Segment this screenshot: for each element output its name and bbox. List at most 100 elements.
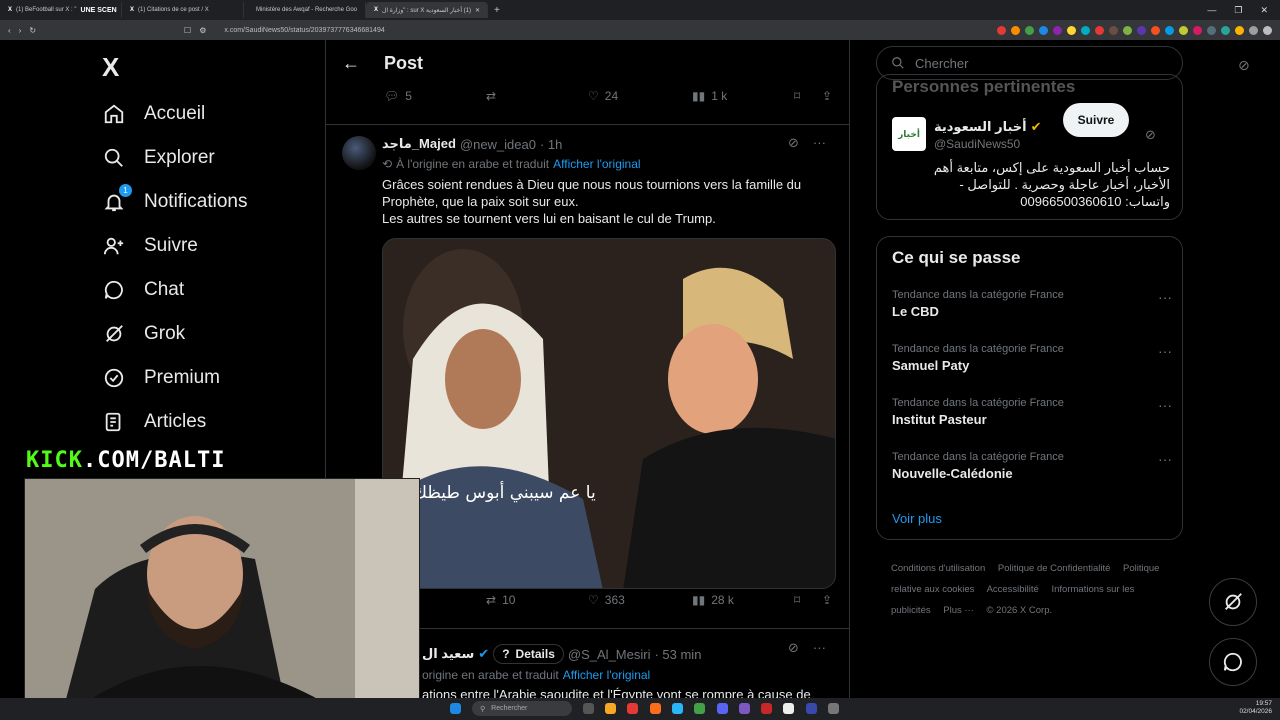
- close-tab-icon[interactable]: ✕: [475, 7, 480, 14]
- nav-item-follow[interactable]: Suivre: [102, 234, 198, 258]
- avatar[interactable]: [342, 136, 376, 170]
- details-button[interactable]: ? Details: [493, 644, 564, 664]
- tweet-time[interactable]: · 53 min: [654, 647, 701, 662]
- trend-item[interactable]: Tendance dans la catégorie France Instit…: [892, 397, 1172, 427]
- extension-icon[interactable]: [1011, 25, 1020, 35]
- footer-link[interactable]: Conditions d'utilisation: [891, 563, 985, 574]
- more-icon[interactable]: ···: [1158, 397, 1172, 413]
- more-icon[interactable]: ···: [1158, 451, 1172, 467]
- settings-icon[interactable]: [828, 703, 839, 714]
- bookmark-icon[interactable]: ⌑: [794, 593, 800, 607]
- menu-icon[interactable]: [1263, 25, 1272, 35]
- extension-icon[interactable]: [997, 25, 1006, 35]
- footer-link[interactable]: Accessibilité: [987, 584, 1039, 595]
- extension-icon[interactable]: [1179, 25, 1188, 35]
- browser-tab[interactable]: Ministère des Awqaf - Recherche Goo: [244, 2, 366, 18]
- dismiss-icon[interactable]: ⊘: [1145, 127, 1156, 143]
- like-button[interactable]: ♡ 24: [588, 89, 618, 103]
- author-handle[interactable]: @S_Al_Mesiri: [568, 647, 651, 662]
- reply-button[interactable]: 💬︎ 5: [384, 89, 412, 103]
- footer-link[interactable]: Politique de Confidentialité: [998, 563, 1111, 574]
- windows-start-icon[interactable]: [450, 703, 461, 714]
- messages-button[interactable]: [1209, 638, 1257, 686]
- account-handle[interactable]: @SaudiNews50: [934, 137, 1020, 151]
- author-handle[interactable]: @new_idea0: [460, 137, 536, 152]
- repost-button[interactable]: ⇄: [486, 89, 502, 103]
- share-icon[interactable]: ⇪: [822, 89, 832, 103]
- folder-icon[interactable]: [605, 703, 616, 714]
- extension-icon[interactable]: [1165, 25, 1174, 35]
- nav-item-explore[interactable]: Explorer: [102, 146, 215, 170]
- bookmark-icon[interactable]: ⌑: [794, 89, 800, 103]
- extension-icon[interactable]: [1193, 25, 1202, 35]
- nav-item-grok[interactable]: Grok: [102, 322, 185, 346]
- minimize-button[interactable]: —: [1207, 5, 1216, 16]
- more-icon[interactable]: ···: [1158, 343, 1172, 359]
- telegram-icon[interactable]: [672, 703, 683, 714]
- extension-icon[interactable]: [1137, 25, 1146, 35]
- views-button[interactable]: ▮▮ 28 k: [692, 593, 734, 607]
- extension-icon[interactable]: [1081, 25, 1090, 35]
- extension-icon[interactable]: [1039, 25, 1048, 35]
- browser-tab[interactable]: X (1) Citations de ce post / X: [122, 2, 244, 18]
- more-icon[interactable]: ···: [813, 135, 826, 151]
- block-icon[interactable]: ⊘: [788, 135, 799, 151]
- browser-tab[interactable]: X (1) BeFootball sur X : " UNE SCEN: [0, 2, 122, 18]
- close-window-button[interactable]: ✕: [1260, 5, 1268, 16]
- repost-button[interactable]: ⇄ 10: [486, 593, 515, 607]
- notion-icon[interactable]: [783, 703, 794, 714]
- extension-icon[interactable]: [1235, 25, 1244, 35]
- back-icon[interactable]: ‹: [8, 26, 11, 35]
- nav-item-notifications[interactable]: 1 Notifications: [102, 184, 248, 214]
- follow-button[interactable]: Suivre: [1063, 103, 1129, 137]
- maximize-button[interactable]: ❐: [1234, 5, 1242, 16]
- app-icon[interactable]: [806, 703, 817, 714]
- back-arrow-icon[interactable]: ←: [342, 53, 360, 74]
- trend-item[interactable]: Tendance dans la catégorie France Samuel…: [892, 343, 1172, 373]
- app-icon[interactable]: [739, 703, 750, 714]
- block-icon[interactable]: ⊘: [1238, 57, 1250, 74]
- account-avatar[interactable]: أخبار: [892, 117, 926, 151]
- browser-tab-active[interactable]: X (1) أخبار السعودية sur X : "وزارة ال ✕: [366, 2, 488, 18]
- show-original-link[interactable]: Afficher l'original: [553, 157, 640, 171]
- taskbar-clock[interactable]: 19:57 02/04/2026: [1239, 700, 1272, 716]
- nav-item-home[interactable]: Accueil: [102, 102, 205, 126]
- whatsapp-icon[interactable]: [694, 703, 705, 714]
- extension-icon[interactable]: [1095, 25, 1104, 35]
- extension-icon[interactable]: [1067, 25, 1076, 35]
- app-icon[interactable]: [627, 703, 638, 714]
- discord-icon[interactable]: [717, 703, 728, 714]
- taskview-icon[interactable]: [583, 703, 594, 714]
- share-icon[interactable]: ⇪: [822, 593, 832, 607]
- extension-icon[interactable]: [1249, 25, 1258, 35]
- more-icon[interactable]: ···: [1158, 289, 1172, 305]
- taskbar-search[interactable]: ⚲ Rechercher: [472, 701, 572, 716]
- new-tab-icon[interactable]: +: [494, 5, 500, 16]
- extension-icon[interactable]: [1053, 25, 1062, 35]
- more-icon[interactable]: ···: [813, 640, 826, 656]
- tweet-image[interactable]: يا عم سيبني أبوس طيظك: [382, 238, 836, 589]
- extension-icon[interactable]: [1221, 25, 1230, 35]
- extension-icon[interactable]: [1151, 25, 1160, 35]
- block-icon[interactable]: ⊘: [788, 640, 799, 656]
- views-button[interactable]: ▮▮ 1 k: [692, 89, 727, 103]
- author-name[interactable]: ماجد_Majed: [382, 136, 456, 152]
- grok-button[interactable]: [1209, 578, 1257, 626]
- x-logo-icon[interactable]: X: [102, 52, 119, 83]
- show-more-link[interactable]: Voir plus: [892, 511, 942, 526]
- bookmark-icon[interactable]: ☐: [184, 26, 191, 35]
- nav-item-chat[interactable]: Chat: [102, 278, 184, 302]
- author-name[interactable]: سعيد ال: [422, 646, 474, 662]
- site-info-icon[interactable]: ⚙: [199, 26, 206, 35]
- brave-icon[interactable]: [650, 703, 661, 714]
- app-icon[interactable]: [761, 703, 772, 714]
- nav-item-articles[interactable]: Articles: [102, 410, 206, 434]
- account-name[interactable]: أخبار السعودية: [934, 119, 1027, 135]
- forward-icon[interactable]: ›: [19, 26, 22, 35]
- extension-icon[interactable]: [1025, 25, 1034, 35]
- extension-icon[interactable]: [1207, 25, 1216, 35]
- url-field[interactable]: x.com/SaudiNews50/status/203973777634668…: [224, 27, 384, 34]
- reload-icon[interactable]: ↻: [29, 26, 36, 35]
- trend-item[interactable]: Tendance dans la catégorie France Le CBD…: [892, 289, 1172, 319]
- trend-item[interactable]: Tendance dans la catégorie France Nouvel…: [892, 451, 1172, 481]
